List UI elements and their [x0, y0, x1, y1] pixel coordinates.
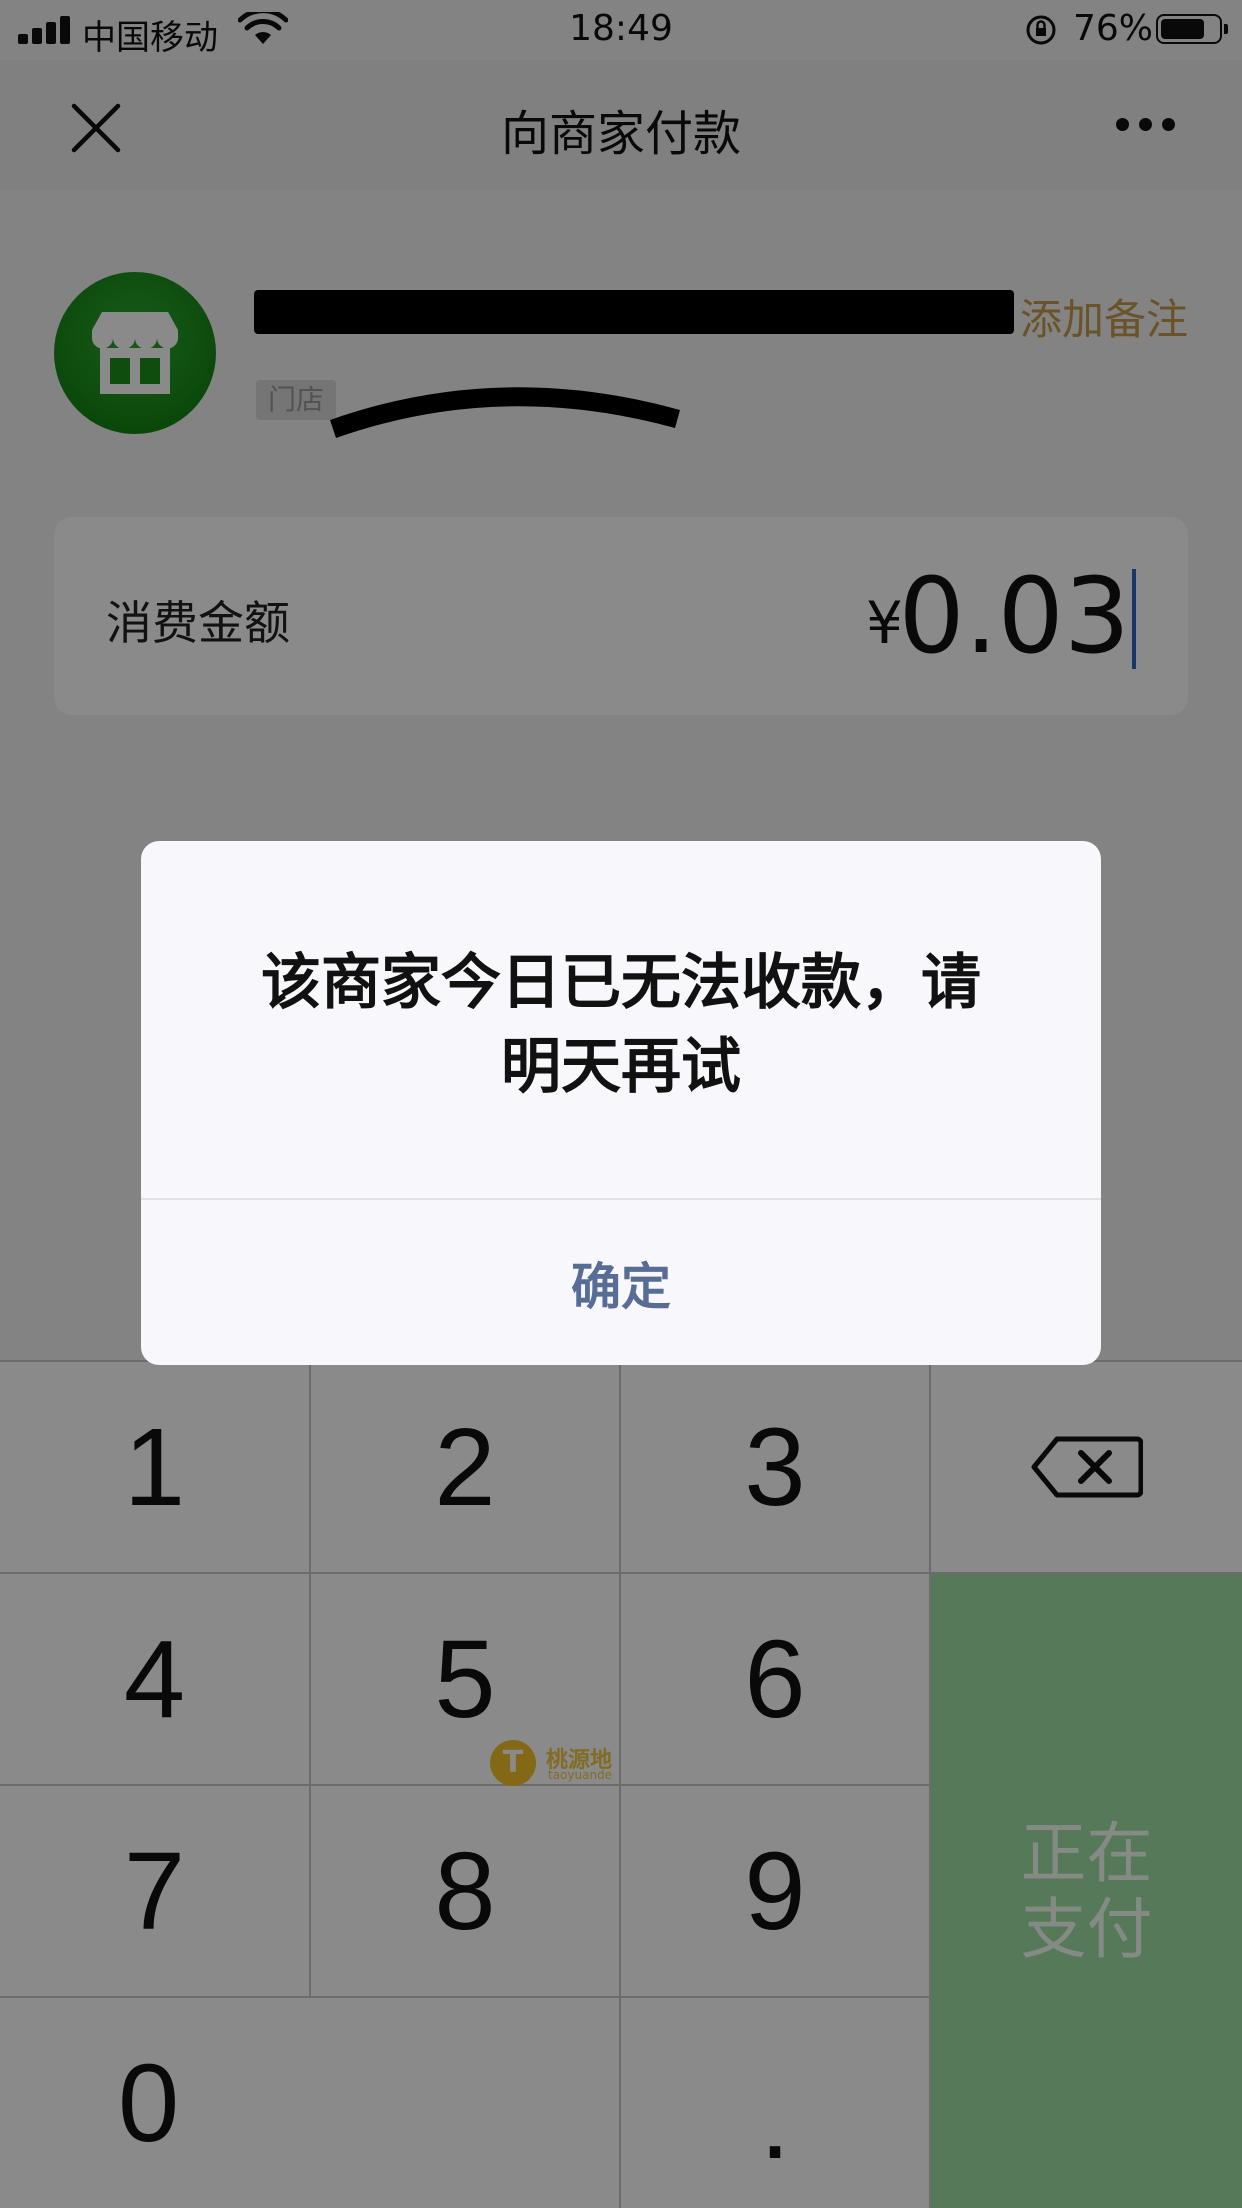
dialog-message-line1: 该商家今日已无法收款，请	[261, 948, 981, 1018]
dialog-message: 该商家今日已无法收款，请 明天再试	[201, 941, 1041, 1109]
alert-dialog: 该商家今日已无法收款，请 明天再试 确定	[141, 841, 1101, 1365]
dialog-message-line2: 明天再试	[501, 1032, 741, 1102]
confirm-button[interactable]: 确定	[141, 1200, 1101, 1365]
